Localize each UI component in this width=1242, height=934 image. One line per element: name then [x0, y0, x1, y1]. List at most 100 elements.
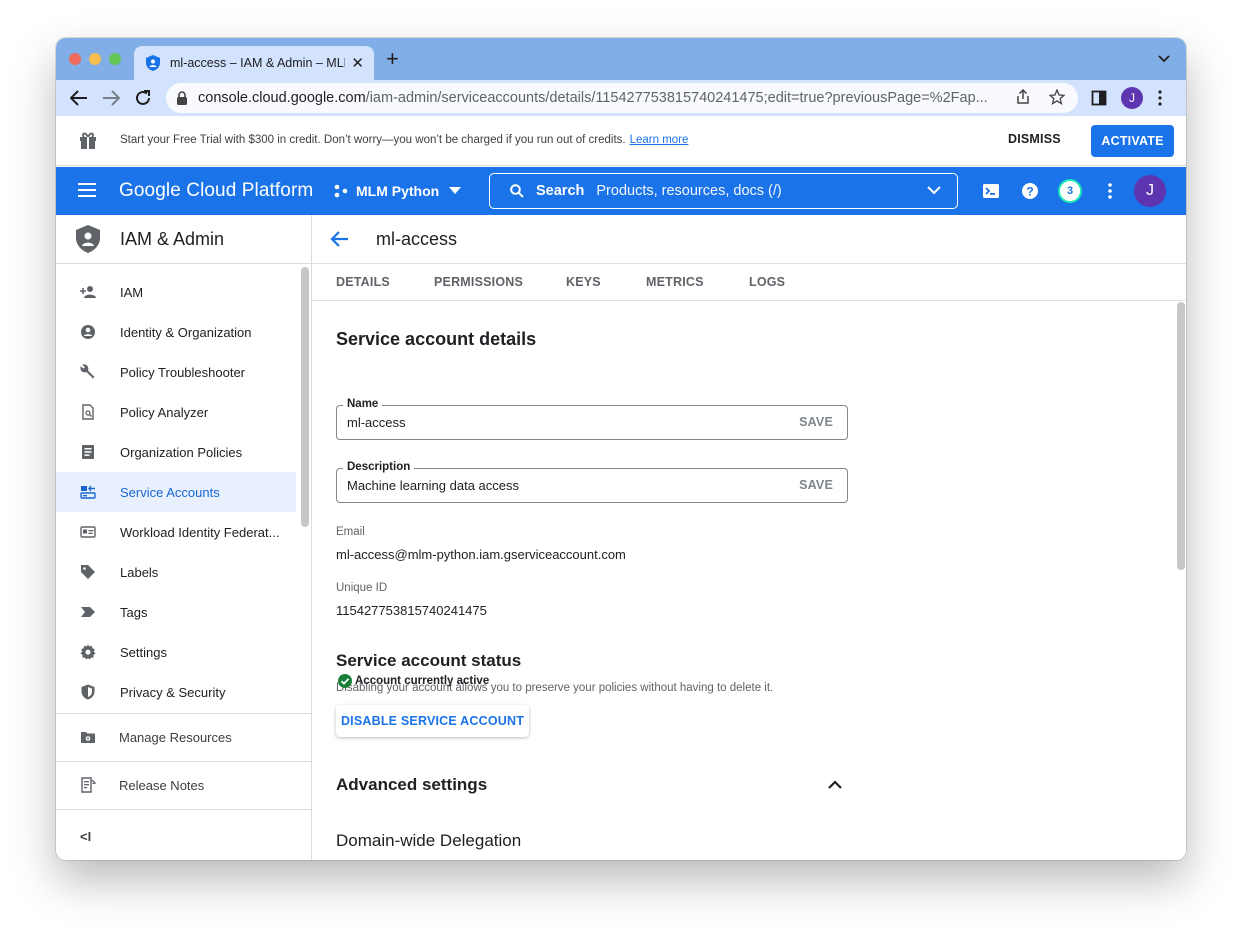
- project-selector[interactable]: MLM Python: [334, 183, 462, 199]
- tab-title: ml-access – IAM & Admin – MLM Python – G…: [170, 56, 345, 70]
- learn-more-link[interactable]: Learn more: [630, 134, 689, 146]
- cloud-shell-terminal-icon[interactable]: [981, 181, 1001, 201]
- dismiss-button[interactable]: DISMISS: [1008, 132, 1061, 146]
- name-field-value[interactable]: ml-access: [347, 415, 406, 430]
- list-document-icon: [82, 445, 94, 459]
- sidebar-item-label: Labels: [120, 564, 159, 580]
- sidebar-item-label: Organization Policies: [120, 444, 243, 460]
- sidebar-divider: [56, 809, 312, 810]
- svg-text:?: ?: [1026, 185, 1033, 199]
- sidebar-item-labels[interactable]: Labels: [56, 552, 296, 592]
- sidebar-item-iam[interactable]: IAM: [56, 272, 296, 312]
- sidebar-item-identity[interactable]: Identity & Organization: [56, 312, 296, 352]
- status-text: Account currently active: [355, 675, 490, 687]
- status-heading: Service account status: [336, 651, 522, 670]
- tab-logs[interactable]: LOGS: [749, 275, 785, 289]
- more-options-icon[interactable]: [1100, 181, 1120, 201]
- service-account-icon: [80, 485, 96, 499]
- sidebar-item-service-accounts[interactable]: Service Accounts: [56, 472, 296, 512]
- tab-search-chevron-icon[interactable]: [1158, 52, 1170, 66]
- sidebar-item-label: Privacy & Security: [120, 684, 226, 700]
- banner-message: Start your Free Trial with $300 in credi…: [120, 134, 689, 146]
- main-scrollbar[interactable]: [1177, 302, 1185, 570]
- side-panel-icon[interactable]: [1091, 87, 1107, 109]
- status-indicator: Account currently active: [338, 674, 489, 688]
- profile-avatar[interactable]: J: [1121, 87, 1143, 109]
- hamburger-menu-icon[interactable]: [78, 183, 96, 197]
- reload-icon[interactable]: [132, 87, 154, 109]
- share-icon[interactable]: [1014, 88, 1032, 107]
- details-heading: Service account details: [336, 329, 537, 349]
- search-bar[interactable]: Search Products, resources, docs (/): [489, 173, 958, 209]
- name-field-label: Name: [343, 398, 383, 410]
- brand-title[interactable]: Google Cloud Platform: [119, 180, 313, 202]
- forward-arrow-icon[interactable]: [100, 87, 122, 109]
- search-placeholder: Products, resources, docs (/): [596, 183, 782, 199]
- search-expand-chevron-icon[interactable]: [927, 184, 941, 198]
- document-search-icon: [82, 404, 94, 420]
- help-icon[interactable]: ?: [1020, 181, 1040, 201]
- gift-icon: [80, 132, 96, 149]
- tag-arrow-icon: [81, 607, 95, 617]
- close-window-button[interactable]: [69, 53, 81, 65]
- back-arrow-icon[interactable]: [330, 229, 350, 249]
- user-avatar[interactable]: J: [1134, 175, 1166, 207]
- wrench-icon: [80, 364, 95, 379]
- sidebar-item-tags[interactable]: Tags: [56, 592, 296, 632]
- tab-close-icon[interactable]: ✕: [351, 54, 364, 72]
- url-text: console.cloud.google.com/iam-admin/servi…: [198, 90, 988, 106]
- sidebar-item-workload-identity[interactable]: Workload Identity Federat...: [56, 512, 296, 552]
- browser-tab[interactable]: ml-access – IAM & Admin – MLM Python – G…: [134, 46, 374, 80]
- sidebar-item-privacy-security[interactable]: Privacy & Security: [56, 672, 296, 712]
- tab-permissions[interactable]: PERMISSIONS: [434, 275, 523, 289]
- sidebar-item-label: Workload Identity Federat...: [120, 524, 280, 540]
- sidebar-item-manage-resources[interactable]: Manage Resources: [56, 715, 312, 759]
- sidebar-item-release-notes[interactable]: Release Notes: [56, 763, 312, 807]
- sidebar-item-label: Policy Analyzer: [120, 404, 209, 420]
- sidebar-item-label: IAM: [120, 284, 144, 300]
- collapse-sidebar-button[interactable]: <I: [80, 829, 91, 844]
- advanced-settings-heading: Advanced settings: [336, 775, 488, 794]
- sidebar-scrollbar[interactable]: [301, 267, 309, 527]
- browser-menu-icon[interactable]: [1158, 87, 1162, 109]
- sidebar-item-label: Release Notes: [119, 777, 205, 793]
- tab-metrics[interactable]: METRICS: [646, 275, 704, 289]
- release-notes-icon: [81, 777, 96, 793]
- person-add-icon: [80, 286, 96, 298]
- sidebar-item-label: Settings: [120, 644, 167, 660]
- shield-icon: [81, 684, 95, 700]
- search-icon: [510, 184, 524, 198]
- email-label: Email: [336, 526, 365, 538]
- sidebar-item-label: Identity & Organization: [120, 324, 252, 340]
- sidebar-item-policy-troubleshooter[interactable]: Policy Troubleshooter: [56, 352, 296, 392]
- minimize-window-button[interactable]: [89, 53, 101, 65]
- disable-service-account-button[interactable]: DISABLE SERVICE ACCOUNT: [336, 705, 529, 737]
- unique-id-value: 115427753815740241475: [336, 603, 487, 618]
- sidebar-item-policy-analyzer[interactable]: Policy Analyzer: [56, 392, 296, 432]
- browser-toolbar: console.cloud.google.com/iam-admin/servi…: [56, 80, 1186, 116]
- back-arrow-icon[interactable]: [68, 87, 90, 109]
- browser-window: ml-access – IAM & Admin – MLM Python – G…: [56, 38, 1186, 860]
- notifications-badge[interactable]: 3: [1058, 179, 1082, 203]
- sidebar-item-organization-policies[interactable]: Organization Policies: [56, 432, 296, 472]
- sidebar-item-label: Tags: [120, 604, 148, 620]
- description-field[interactable]: Description Machine learning data access…: [336, 461, 848, 503]
- name-field[interactable]: Name ml-access SAVE: [336, 398, 848, 440]
- address-bar[interactable]: console.cloud.google.com/iam-admin/servi…: [166, 83, 1078, 113]
- zoom-window-button[interactable]: [109, 53, 121, 65]
- bookmark-star-icon[interactable]: [1048, 88, 1066, 107]
- sidebar-item-settings[interactable]: Settings: [56, 632, 296, 672]
- new-tab-button[interactable]: +: [386, 48, 399, 70]
- activate-button[interactable]: ACTIVATE: [1091, 125, 1174, 157]
- name-save-button[interactable]: SAVE: [799, 415, 833, 429]
- description-field-value[interactable]: Machine learning data access: [347, 478, 519, 493]
- sidebar-header: IAM & Admin: [56, 215, 311, 264]
- gcp-header: Google Cloud Platform MLM Python Search …: [56, 167, 1186, 215]
- tab-details[interactable]: DETAILS: [336, 275, 390, 289]
- sidebar-title: IAM & Admin: [120, 229, 225, 249]
- tab-strip: ml-access – IAM & Admin – MLM Python – G…: [56, 38, 1186, 80]
- tab-keys[interactable]: KEYS: [566, 275, 601, 289]
- chevron-up-icon[interactable]: [827, 778, 843, 790]
- description-save-button[interactable]: SAVE: [799, 478, 833, 492]
- check-circle-icon: [338, 674, 352, 688]
